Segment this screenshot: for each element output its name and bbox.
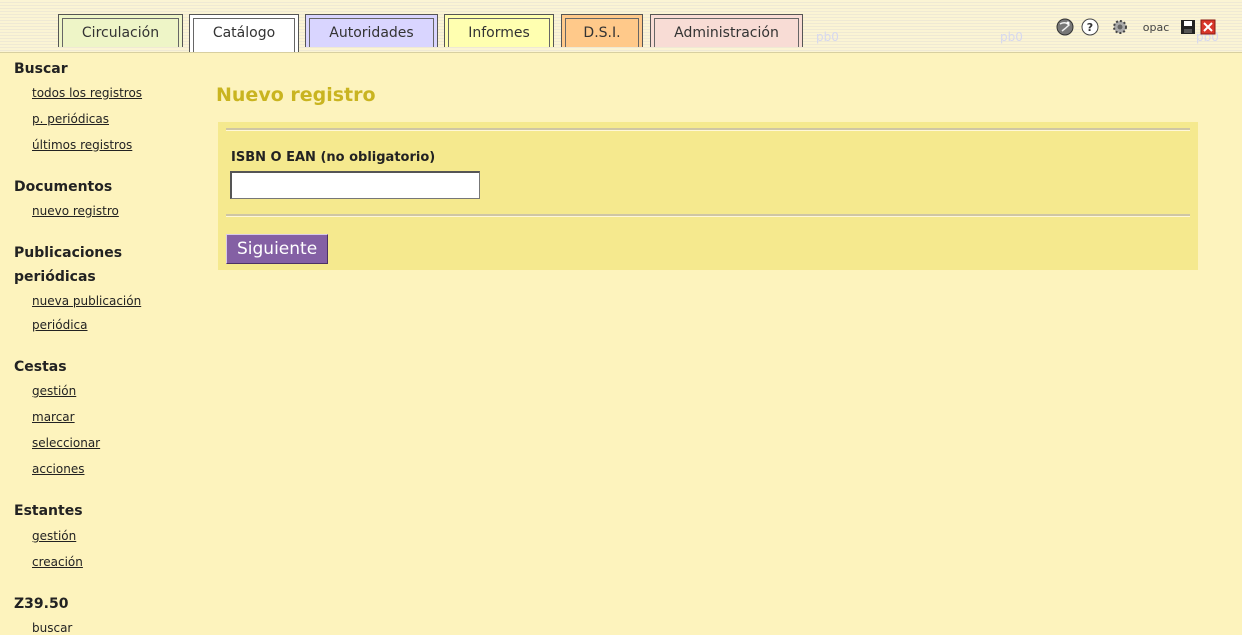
sidebar-link-z3950-buscar[interactable]: buscar bbox=[32, 621, 72, 635]
new-record-form: ISBN O EAN (no obligatorio) Siguiente bbox=[218, 122, 1198, 270]
sidebar-link-p-periodicas[interactable]: p. periódicas bbox=[32, 112, 109, 126]
sidebar-link-nuevo-registro[interactable]: nuevo registro bbox=[32, 204, 119, 218]
svg-text:?: ? bbox=[1087, 21, 1093, 34]
tab-dsi[interactable]: D.S.I. bbox=[561, 14, 643, 47]
sidebar-link-nueva-publicacion[interactable]: nueva publicación bbox=[32, 294, 141, 308]
sidebar-link-seleccionar[interactable]: seleccionar bbox=[32, 436, 100, 450]
close-icon[interactable] bbox=[1199, 18, 1217, 36]
sidebar-link-marcar[interactable]: marcar bbox=[32, 410, 75, 424]
sidebar-section-documentos: Documentos bbox=[14, 179, 113, 195]
sidebar-link-todos-los-registros[interactable]: todos los registros bbox=[32, 86, 142, 100]
divider bbox=[226, 128, 1190, 131]
tab-circulacion[interactable]: Circulación bbox=[58, 14, 183, 47]
tab-informes[interactable]: Informes bbox=[444, 14, 554, 47]
tab-catalogo[interactable]: Catálogo bbox=[189, 14, 299, 52]
sidebar-section-periodicas: periódicas bbox=[14, 269, 96, 285]
page-title: Nuevo registro bbox=[216, 84, 376, 106]
sidebar-section-estantes: Estantes bbox=[14, 503, 83, 519]
sidebar-link-periodica[interactable]: periódica bbox=[32, 318, 88, 332]
opac-icon[interactable]: opac bbox=[1140, 18, 1172, 36]
tab-administracion[interactable]: Administración bbox=[650, 14, 803, 47]
sidebar-section-cestas: Cestas bbox=[14, 359, 67, 375]
sidebar-link-cestas-gestion[interactable]: gestión bbox=[32, 384, 76, 398]
save-icon[interactable] bbox=[1179, 18, 1197, 36]
globe-icon[interactable] bbox=[1055, 18, 1075, 36]
sidebar-link-acciones[interactable]: acciones bbox=[32, 462, 84, 476]
sidebar-link-creacion[interactable]: creación bbox=[32, 555, 83, 569]
sidebar-link-estantes-gestion[interactable]: gestión bbox=[32, 529, 76, 543]
next-button[interactable]: Siguiente bbox=[226, 234, 329, 264]
sidebar-link-ultimos-registros[interactable]: últimos registros bbox=[32, 138, 132, 152]
isbn-label: ISBN O EAN (no obligatorio) bbox=[231, 150, 436, 165]
isbn-input[interactable] bbox=[230, 171, 480, 199]
sidebar-section-buscar: Buscar bbox=[14, 61, 68, 77]
sidebar-section-publicaciones: Publicaciones bbox=[14, 245, 123, 261]
top-navigation-bar: pb0 pb0 pb0 Circulación Catálogo Autorid… bbox=[0, 0, 1242, 53]
divider bbox=[226, 214, 1190, 217]
gear-icon[interactable] bbox=[1110, 18, 1130, 36]
sidebar-section-z3950: Z39.50 bbox=[14, 596, 69, 612]
tab-autoridades[interactable]: Autoridades bbox=[305, 14, 438, 47]
watermark-text: pb0 bbox=[1000, 30, 1023, 44]
help-icon[interactable]: ? bbox=[1080, 18, 1100, 36]
watermark-text: pb0 bbox=[816, 30, 839, 44]
